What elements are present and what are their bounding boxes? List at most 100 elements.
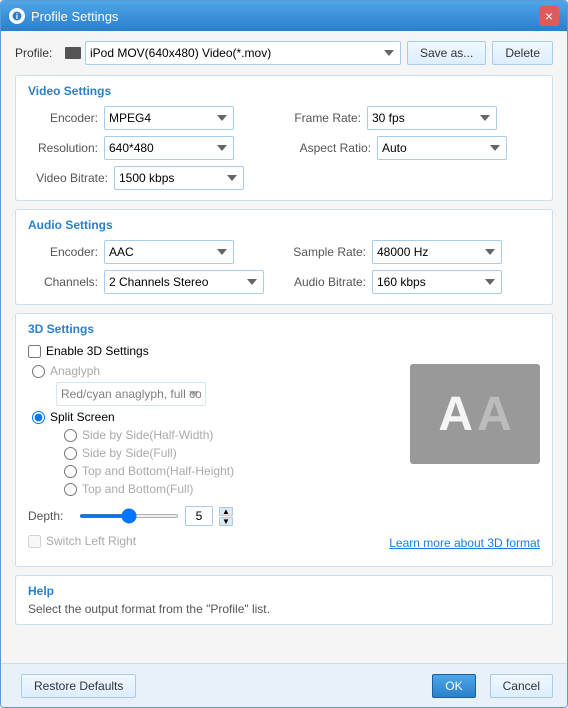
channels-label: Channels:: [28, 275, 98, 289]
anaglyph-option-select[interactable]: Red/cyan anaglyph, full color: [56, 382, 206, 406]
vbitrate-row: Video Bitrate: 1500 kbps: [28, 166, 282, 190]
svg-text:i: i: [16, 12, 18, 21]
sbs-full-row: Side by Side(Full): [28, 446, 402, 460]
video-settings-grid: Encoder: MPEG4 Resolution: 640*480 Video…: [28, 106, 540, 190]
tb-full-label: Top and Bottom(Full): [82, 482, 193, 496]
profile-select[interactable]: iPod MOV(640x480) Video(*.mov): [85, 41, 401, 65]
samplerate-row: Sample Rate: 48000 Hz: [286, 240, 540, 264]
sbs-half-label: Side by Side(Half-Width): [82, 428, 213, 442]
footer: Restore Defaults OK Cancel: [1, 663, 567, 707]
resolution-select[interactable]: 640*480: [104, 136, 234, 160]
framerate-row: Frame Rate: 30 fps: [286, 106, 540, 130]
framerate-select[interactable]: 30 fps: [367, 106, 497, 130]
preview-letter-left: A: [438, 387, 473, 442]
audio-right-col: Sample Rate: 48000 Hz Audio Bitrate: 160…: [286, 240, 540, 294]
ok-button[interactable]: OK: [432, 674, 475, 698]
save-as-button[interactable]: Save as...: [407, 41, 486, 65]
app-icon: i: [9, 8, 25, 24]
encoder-row: Encoder: MPEG4: [28, 106, 282, 130]
tb-half-row: Top and Bottom(Half-Height): [28, 464, 402, 478]
resolution-row: Resolution: 640*480: [28, 136, 282, 160]
help-title: Help: [28, 584, 540, 598]
enable-3d-label: Enable 3D Settings: [46, 344, 149, 358]
preview-letters: A A: [438, 387, 511, 442]
depth-increment[interactable]: ▲: [219, 507, 233, 516]
video-right-col: Frame Rate: 30 fps Aspect Ratio: Auto: [286, 106, 540, 190]
samplerate-select[interactable]: 48000 Hz: [372, 240, 502, 264]
aspectratio-select[interactable]: Auto: [377, 136, 507, 160]
3d-settings-title: 3D Settings: [28, 322, 540, 336]
footer-right: OK Cancel: [426, 674, 553, 698]
audio-settings-section: Audio Settings Encoder: AAC Channels: 2 …: [15, 209, 553, 305]
vbitrate-select[interactable]: 1500 kbps: [114, 166, 244, 190]
resolution-label: Resolution:: [28, 141, 98, 155]
aspectratio-label: Aspect Ratio:: [286, 141, 371, 155]
encoder-label: Encoder:: [28, 111, 98, 125]
aspectratio-row: Aspect Ratio: Auto: [286, 136, 540, 160]
3d-options: Anaglyph Red/cyan anaglyph, full color S…: [28, 364, 402, 500]
cancel-button[interactable]: Cancel: [490, 674, 553, 698]
sbs-full-label: Side by Side(Full): [82, 446, 177, 460]
anaglyph-label: Anaglyph: [50, 364, 100, 378]
split-screen-radio[interactable]: [32, 411, 45, 424]
aencoder-select[interactable]: AAC: [104, 240, 234, 264]
switch-lr-label: Switch Left Right: [46, 534, 136, 548]
tb-half-radio[interactable]: [64, 465, 77, 478]
vbitrate-label: Video Bitrate:: [28, 171, 108, 185]
split-screen-label: Split Screen: [50, 410, 115, 424]
switch-lr-row: Switch Left Right Learn more about 3D fo…: [28, 532, 540, 550]
abitrate-select[interactable]: 160 kbps: [372, 270, 502, 294]
framerate-label: Frame Rate:: [286, 111, 361, 125]
preview-letter-right: A: [477, 387, 512, 442]
depth-spinner: ▲ ▼: [219, 507, 233, 526]
sbs-full-radio[interactable]: [64, 447, 77, 460]
switch-lr-checkbox[interactable]: [28, 535, 41, 548]
help-section: Help Select the output format from the "…: [15, 575, 553, 625]
3d-settings-section: 3D Settings Enable 3D Settings Anaglyph …: [15, 313, 553, 567]
titlebar: i Profile Settings ×: [1, 1, 567, 31]
aencoder-row: Encoder: AAC: [28, 240, 282, 264]
sbs-half-radio[interactable]: [64, 429, 77, 442]
encoder-select[interactable]: MPEG4: [104, 106, 234, 130]
split-screen-row: Split Screen: [28, 410, 402, 424]
restore-defaults-button[interactable]: Restore Defaults: [21, 674, 136, 698]
help-text: Select the output format from the "Profi…: [28, 602, 540, 616]
close-button[interactable]: ×: [539, 6, 559, 26]
delete-button[interactable]: Delete: [492, 41, 553, 65]
depth-decrement[interactable]: ▼: [219, 517, 233, 526]
enable-3d-row: Enable 3D Settings: [28, 344, 540, 358]
anaglyph-radio[interactable]: [32, 365, 45, 378]
tb-half-label: Top and Bottom(Half-Height): [82, 464, 234, 478]
channels-row: Channels: 2 Channels Stereo: [28, 270, 282, 294]
profile-settings-window: i Profile Settings × Profile: iPod MOV(6…: [0, 0, 568, 708]
audio-settings-grid: Encoder: AAC Channels: 2 Channels Stereo: [28, 240, 540, 294]
depth-value-input[interactable]: [185, 506, 213, 526]
depth-row: Depth: ▲ ▼: [28, 506, 540, 526]
3d-preview: A A: [410, 364, 540, 464]
video-settings-section: Video Settings Encoder: MPEG4 Resolution…: [15, 75, 553, 201]
samplerate-label: Sample Rate:: [286, 245, 366, 259]
video-left-col: Encoder: MPEG4 Resolution: 640*480 Video…: [28, 106, 282, 190]
window-title: Profile Settings: [31, 9, 539, 24]
abitrate-row: Audio Bitrate: 160 kbps: [286, 270, 540, 294]
main-content: Profile: iPod MOV(640x480) Video(*.mov) …: [1, 31, 567, 663]
enable-3d-checkbox[interactable]: [28, 345, 41, 358]
profile-row: Profile: iPod MOV(640x480) Video(*.mov) …: [15, 41, 553, 65]
depth-slider[interactable]: [79, 514, 179, 518]
sbs-half-row: Side by Side(Half-Width): [28, 428, 402, 442]
tb-full-radio[interactable]: [64, 483, 77, 496]
learn-more-link[interactable]: Learn more about 3D format: [389, 536, 540, 550]
video-settings-title: Video Settings: [28, 84, 540, 98]
aencoder-label: Encoder:: [28, 245, 98, 259]
tb-full-row: Top and Bottom(Full): [28, 482, 402, 496]
anaglyph-row: Anaglyph: [28, 364, 402, 378]
anaglyph-option-row: Red/cyan anaglyph, full color: [36, 382, 402, 406]
profile-label: Profile:: [15, 46, 65, 60]
abitrate-label: Audio Bitrate:: [286, 275, 366, 289]
channels-select[interactable]: 2 Channels Stereo: [104, 270, 264, 294]
profile-icon: [65, 47, 81, 59]
audio-left-col: Encoder: AAC Channels: 2 Channels Stereo: [28, 240, 282, 294]
3d-body: Anaglyph Red/cyan anaglyph, full color S…: [28, 364, 540, 500]
audio-settings-title: Audio Settings: [28, 218, 540, 232]
depth-label: Depth:: [28, 509, 73, 523]
